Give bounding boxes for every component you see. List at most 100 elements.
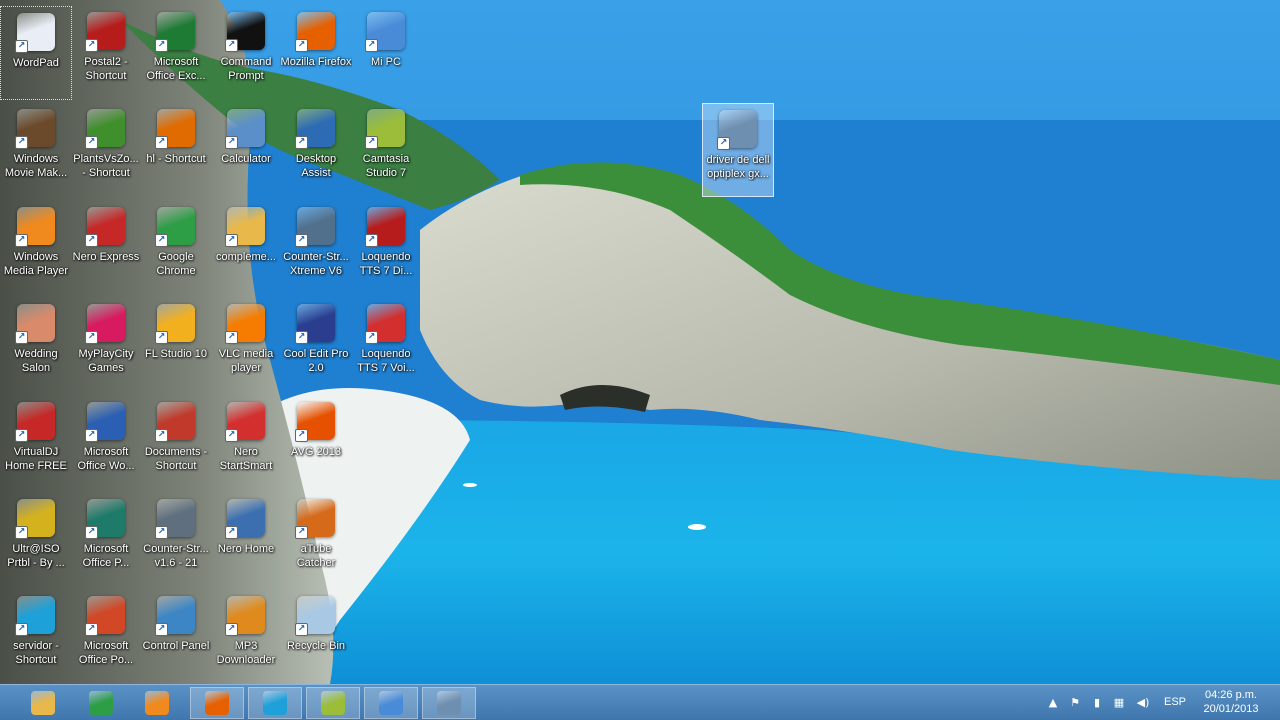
taskbar-button[interactable]: [74, 687, 128, 719]
clock-date: 20/01/2013: [1203, 703, 1259, 715]
firefox-icon: [205, 691, 229, 715]
desktop-shortcut-label: Loquendo TTS 7 Voi...: [357, 348, 415, 374]
desktop-shortcut[interactable]: ↗ Counter-Str... Xtreme V6: [280, 201, 352, 295]
taskbar-button[interactable]: [248, 687, 302, 719]
desktop-shortcut[interactable]: ↗ Google Chrome: [140, 201, 212, 295]
taskbar-clock[interactable]: 04:26 p.m. 20/01/2013: [1196, 688, 1266, 716]
shortcut-arrow-icon: ↗: [155, 623, 168, 636]
desktop-shortcut-label: Counter-Str... v1.6 - 21: [143, 543, 209, 569]
fl-studio-icon: ↗: [155, 304, 195, 344]
installer-icon: [437, 691, 461, 715]
shortcut-arrow-icon: ↗: [225, 234, 238, 247]
desktop-shortcut[interactable]: ↗ Recycle Bin: [280, 590, 352, 684]
desktop-shortcut-label: Microsoft Office Po...: [78, 640, 134, 666]
desktop-shortcut[interactable]: ↗ Cool Edit Pro 2.0: [280, 298, 352, 392]
desktop-shortcut[interactable]: ↗ aTube Catcher: [280, 493, 352, 587]
desktop-shortcut[interactable]: ↗ Desktop Assist: [280, 103, 352, 197]
desktop-shortcut[interactable]: ↗ Windows Media Player: [0, 201, 72, 295]
shortcut-arrow-icon: ↗: [15, 234, 28, 247]
clock-icon: ↗: [15, 596, 55, 636]
desktop-shortcut[interactable]: ↗ AVG 2013: [280, 396, 352, 490]
desktop-shortcut-label: Wedding Salon: [14, 348, 58, 374]
desktop-shortcut[interactable]: ↗ VirtualDJ Home FREE: [0, 396, 72, 490]
desktop-shortcut[interactable]: ↗ Nero Home: [210, 493, 282, 587]
vlc-icon: ↗: [225, 304, 265, 344]
shortcut-arrow-icon: ↗: [85, 331, 98, 344]
desktop-shortcut[interactable]: ↗ Loquendo TTS 7 Voi...: [350, 298, 422, 392]
taskbar-button[interactable]: [190, 687, 244, 719]
shortcut-arrow-icon: ↗: [15, 331, 28, 344]
desktop-shortcut-label: Recycle Bin: [286, 640, 346, 652]
desktop-shortcut[interactable]: ↗ Camtasia Studio 7: [350, 103, 422, 197]
taskbar-button[interactable]: [364, 687, 418, 719]
desktop-shortcut-label: servidor - Shortcut: [13, 640, 59, 666]
shortcut-arrow-icon: ↗: [225, 526, 238, 539]
desktop-shortcut[interactable]: ↗ Counter-Str... v1.6 - 21: [140, 493, 212, 587]
desktop-shortcut[interactable]: ↗ Command Prompt: [210, 6, 282, 100]
desktop-shortcut[interactable]: ↗ Microsoft Office Exc...: [140, 6, 212, 100]
shortcut-arrow-icon: ↗: [225, 623, 238, 636]
desktop-shortcut[interactable]: ↗ Wedding Salon: [0, 298, 72, 392]
desktop-shortcut[interactable]: ↗ Loquendo TTS 7 Di...: [350, 201, 422, 295]
desktop-shortcut-label: Windows Movie Mak...: [4, 153, 68, 179]
movie-maker-icon: ↗: [15, 109, 55, 149]
media-player-icon: [145, 691, 169, 715]
wedding-salon-icon: ↗: [15, 304, 55, 344]
shortcut-arrow-icon: ↗: [85, 429, 98, 442]
desktop-shortcut-label: Google Chrome: [156, 251, 196, 277]
avg-icon: ↗: [295, 402, 335, 442]
desktop-shortcut-label: Ultr@ISO Prtbl - By ...: [7, 543, 65, 569]
network-icon[interactable]: ▦: [1112, 695, 1126, 709]
desktop-shortcut[interactable]: ↗ Postal2 - Shortcut: [70, 6, 142, 100]
action-center-flag-icon[interactable]: ⚑: [1068, 695, 1082, 709]
chrome-icon: ↗: [155, 207, 195, 247]
taskbar-button[interactable]: [130, 687, 184, 719]
taskbar: ▲ ⚑ ▮ ▦ ◀) ESP 04:26 p.m. 20/01/2013: [0, 684, 1280, 720]
shortcut-arrow-icon: ↗: [155, 234, 168, 247]
desktop-shortcut[interactable]: ↗ WordPad: [0, 6, 72, 100]
nero-home-icon: ↗: [225, 499, 265, 539]
desktop-shortcut[interactable]: ↗ servidor - Shortcut: [0, 590, 72, 684]
desktop-shortcut-label: Windows Media Player: [3, 251, 69, 277]
desktop-shortcut[interactable]: ↗ Microsoft Office P...: [70, 493, 142, 587]
desktop-shortcut[interactable]: ↗ Windows Movie Mak...: [0, 103, 72, 197]
desktop-shortcut[interactable]: ↗ Nero StartSmart: [210, 396, 282, 490]
desktop-shortcut[interactable]: ↗ Microsoft Office Po...: [70, 590, 142, 684]
shortcut-arrow-icon: ↗: [15, 40, 28, 53]
desktop-shortcut[interactable]: ↗ Ultr@ISO Prtbl - By ...: [0, 493, 72, 587]
shortcut-arrow-icon: ↗: [225, 331, 238, 344]
desktop-shortcut[interactable]: ↗ Calculator: [210, 103, 282, 197]
taskbar-button[interactable]: [422, 687, 476, 719]
desktop-shortcut[interactable]: ↗ Microsoft Office Wo...: [70, 396, 142, 490]
desktop-shortcut[interactable]: ↗ driver de dell optiplex gx...: [702, 103, 774, 197]
desktop-shortcut[interactable]: ↗ compleme...: [210, 201, 282, 295]
battery-icon[interactable]: ▮: [1090, 695, 1104, 709]
publisher-icon: ↗: [85, 499, 125, 539]
desktop-shortcut[interactable]: ↗ MP3 Downloader: [210, 590, 282, 684]
desktop-shortcut[interactable]: ↗ PlantsVsZo... - Shortcut: [70, 103, 142, 197]
show-hidden-icons-icon[interactable]: ▲: [1046, 695, 1060, 709]
desktop-shortcut[interactable]: ↗ Documents - Shortcut: [140, 396, 212, 490]
taskbar-button[interactable]: [16, 687, 70, 719]
desktop-shortcut[interactable]: ↗ Control Panel: [140, 590, 212, 684]
desktop-shortcut[interactable]: ↗ hl - Shortcut: [140, 103, 212, 197]
desktop-shortcut-label: Microsoft Office Exc...: [146, 56, 206, 82]
volume-icon[interactable]: ◀): [1136, 695, 1150, 709]
input-language-indicator[interactable]: ESP: [1164, 696, 1186, 708]
desktop-shortcut-label: FL Studio 10: [145, 348, 207, 360]
shortcut-arrow-icon: ↗: [295, 136, 308, 149]
desktop-shortcut-label: Documents - Shortcut: [144, 446, 208, 472]
desktop-shortcut[interactable]: ↗ Mi PC: [350, 6, 422, 100]
desktop-shortcut-label: Nero StartSmart: [219, 446, 273, 472]
wordpad-icon: ↗: [15, 13, 55, 53]
ultraiso-icon: ↗: [15, 499, 55, 539]
desktop-shortcut[interactable]: ↗ MyPlayCity Games: [70, 298, 142, 392]
shortcut-arrow-icon: ↗: [295, 39, 308, 52]
desktop-shortcut[interactable]: ↗ Nero Express: [70, 201, 142, 295]
desktop-shortcut-label: AVG 2013: [291, 446, 341, 458]
desktop-shortcut[interactable]: ↗ Mozilla Firefox: [280, 6, 352, 100]
desktop-shortcut-label: Postal2 - Shortcut: [84, 56, 128, 82]
taskbar-button[interactable]: [306, 687, 360, 719]
desktop-shortcut[interactable]: ↗ FL Studio 10: [140, 298, 212, 392]
desktop-shortcut[interactable]: ↗ VLC media player: [210, 298, 282, 392]
